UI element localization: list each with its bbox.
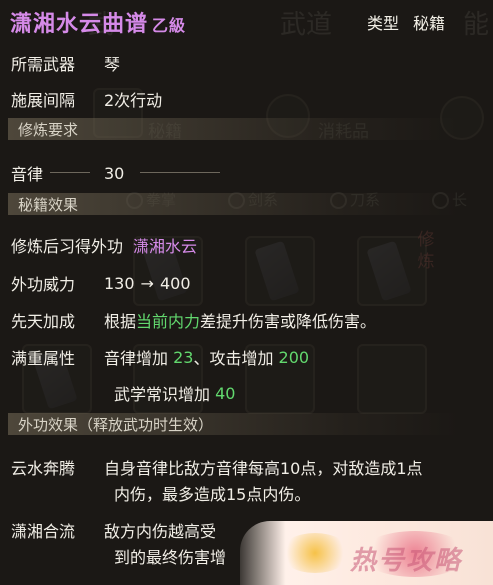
row-learn: 修炼后习得外功 潇湘水云 bbox=[11, 233, 197, 257]
requirement-divider bbox=[50, 172, 90, 173]
skill-effect-name: 潇湘合流 bbox=[11, 522, 76, 541]
watermark-logo: 热号攻略 bbox=[240, 521, 493, 585]
row-weapon-label: 所需武器 bbox=[11, 55, 76, 74]
item-type-label: 类型 bbox=[367, 14, 400, 33]
full-label: 满重属性 bbox=[11, 349, 76, 368]
item-type-value: 秘籍 bbox=[413, 14, 446, 33]
power-min: 130 bbox=[104, 273, 135, 293]
skill-effect-row-cont: 内伤，最多造成15点内伤。 bbox=[114, 481, 310, 505]
requirement-value: 30 bbox=[104, 163, 125, 183]
row-weapon: 所需武器 琴 bbox=[11, 51, 120, 75]
watermark-text: 热号攻略 bbox=[350, 546, 463, 576]
item-title: 潇湘水云曲谱 乙級 bbox=[10, 6, 186, 38]
item-name: 潇湘水云曲谱 bbox=[10, 12, 149, 37]
full-line1-b-val: 200 bbox=[278, 347, 310, 367]
item-grade: 乙級 bbox=[152, 16, 187, 35]
requirement-label: 音律 bbox=[11, 165, 44, 184]
skill-effect-row: 云水奔腾 自身音律比敌方音律每高10点，对敌造成1点 bbox=[11, 455, 423, 479]
row-interval-value: 2次行动 bbox=[104, 91, 163, 110]
row-weapon-value: 琴 bbox=[104, 55, 121, 74]
skill-effect-name: 云水奔腾 bbox=[11, 459, 76, 478]
row-full-2: 武学常识增加 40 bbox=[114, 381, 235, 405]
item-tooltip: 潇湘水云曲谱 乙級 类型 秘籍 所需武器 琴 施展间隔 2次行动 修炼要求 音律 3… bbox=[0, 0, 493, 585]
row-requirement: 音律 30 bbox=[11, 161, 124, 185]
innate-pre: 根据 bbox=[104, 312, 137, 331]
innate-post: 差提升伤害或降低伤害。 bbox=[200, 312, 377, 331]
row-interval: 施展间隔 2次行动 bbox=[11, 87, 162, 111]
innate-label: 先天加成 bbox=[11, 312, 76, 331]
learn-value: 潇湘水云 bbox=[133, 237, 198, 256]
watermark-glow bbox=[280, 533, 350, 573]
skill-effect-row: 潇湘合流 敌方内伤越高受 bbox=[11, 518, 216, 542]
skill-effect-line2: 到的最终伤害增 bbox=[114, 548, 227, 567]
full-line1-sep: 、攻击增加 bbox=[193, 349, 279, 368]
skill-effect-line2: 内伤，最多造成15点内伤。 bbox=[114, 485, 311, 504]
learn-label: 修炼后习得外功 bbox=[11, 237, 124, 256]
skill-effect-line1: 敌方内伤越高受 bbox=[104, 522, 217, 541]
row-innate: 先天加成 根据 当前内力 差提升伤害或降低伤害。 bbox=[11, 308, 376, 332]
section-skill-effect: 外功效果（释放武功时生效） bbox=[8, 413, 458, 435]
power-max: 400 bbox=[159, 273, 191, 293]
item-type: 类型 秘籍 bbox=[367, 10, 459, 34]
full-line2-a-val: 40 bbox=[215, 383, 236, 403]
section-requirement: 修炼要求 bbox=[8, 118, 458, 140]
power-arrow: → bbox=[140, 273, 154, 293]
skill-effect-line1: 自身音律比敌方音律每高10点，对敌造成1点 bbox=[104, 459, 423, 478]
section-effect: 秘籍效果 bbox=[8, 193, 458, 215]
power-label: 外功威力 bbox=[11, 275, 76, 294]
skill-effect-row-cont: 到的最终伤害增 bbox=[114, 544, 226, 568]
full-line2-a: 武学常识增加 bbox=[114, 385, 216, 404]
innate-highlight: 当前内力 bbox=[136, 312, 201, 331]
row-interval-label: 施展间隔 bbox=[11, 91, 76, 110]
full-line1-a-val: 23 bbox=[173, 347, 194, 367]
full-line1-a: 音律增加 bbox=[104, 349, 174, 368]
requirement-divider bbox=[140, 172, 220, 173]
row-power: 外功威力 130 → 400 bbox=[11, 271, 191, 295]
row-full: 满重属性 音律增加 23 、攻击增加 200 bbox=[11, 345, 309, 369]
